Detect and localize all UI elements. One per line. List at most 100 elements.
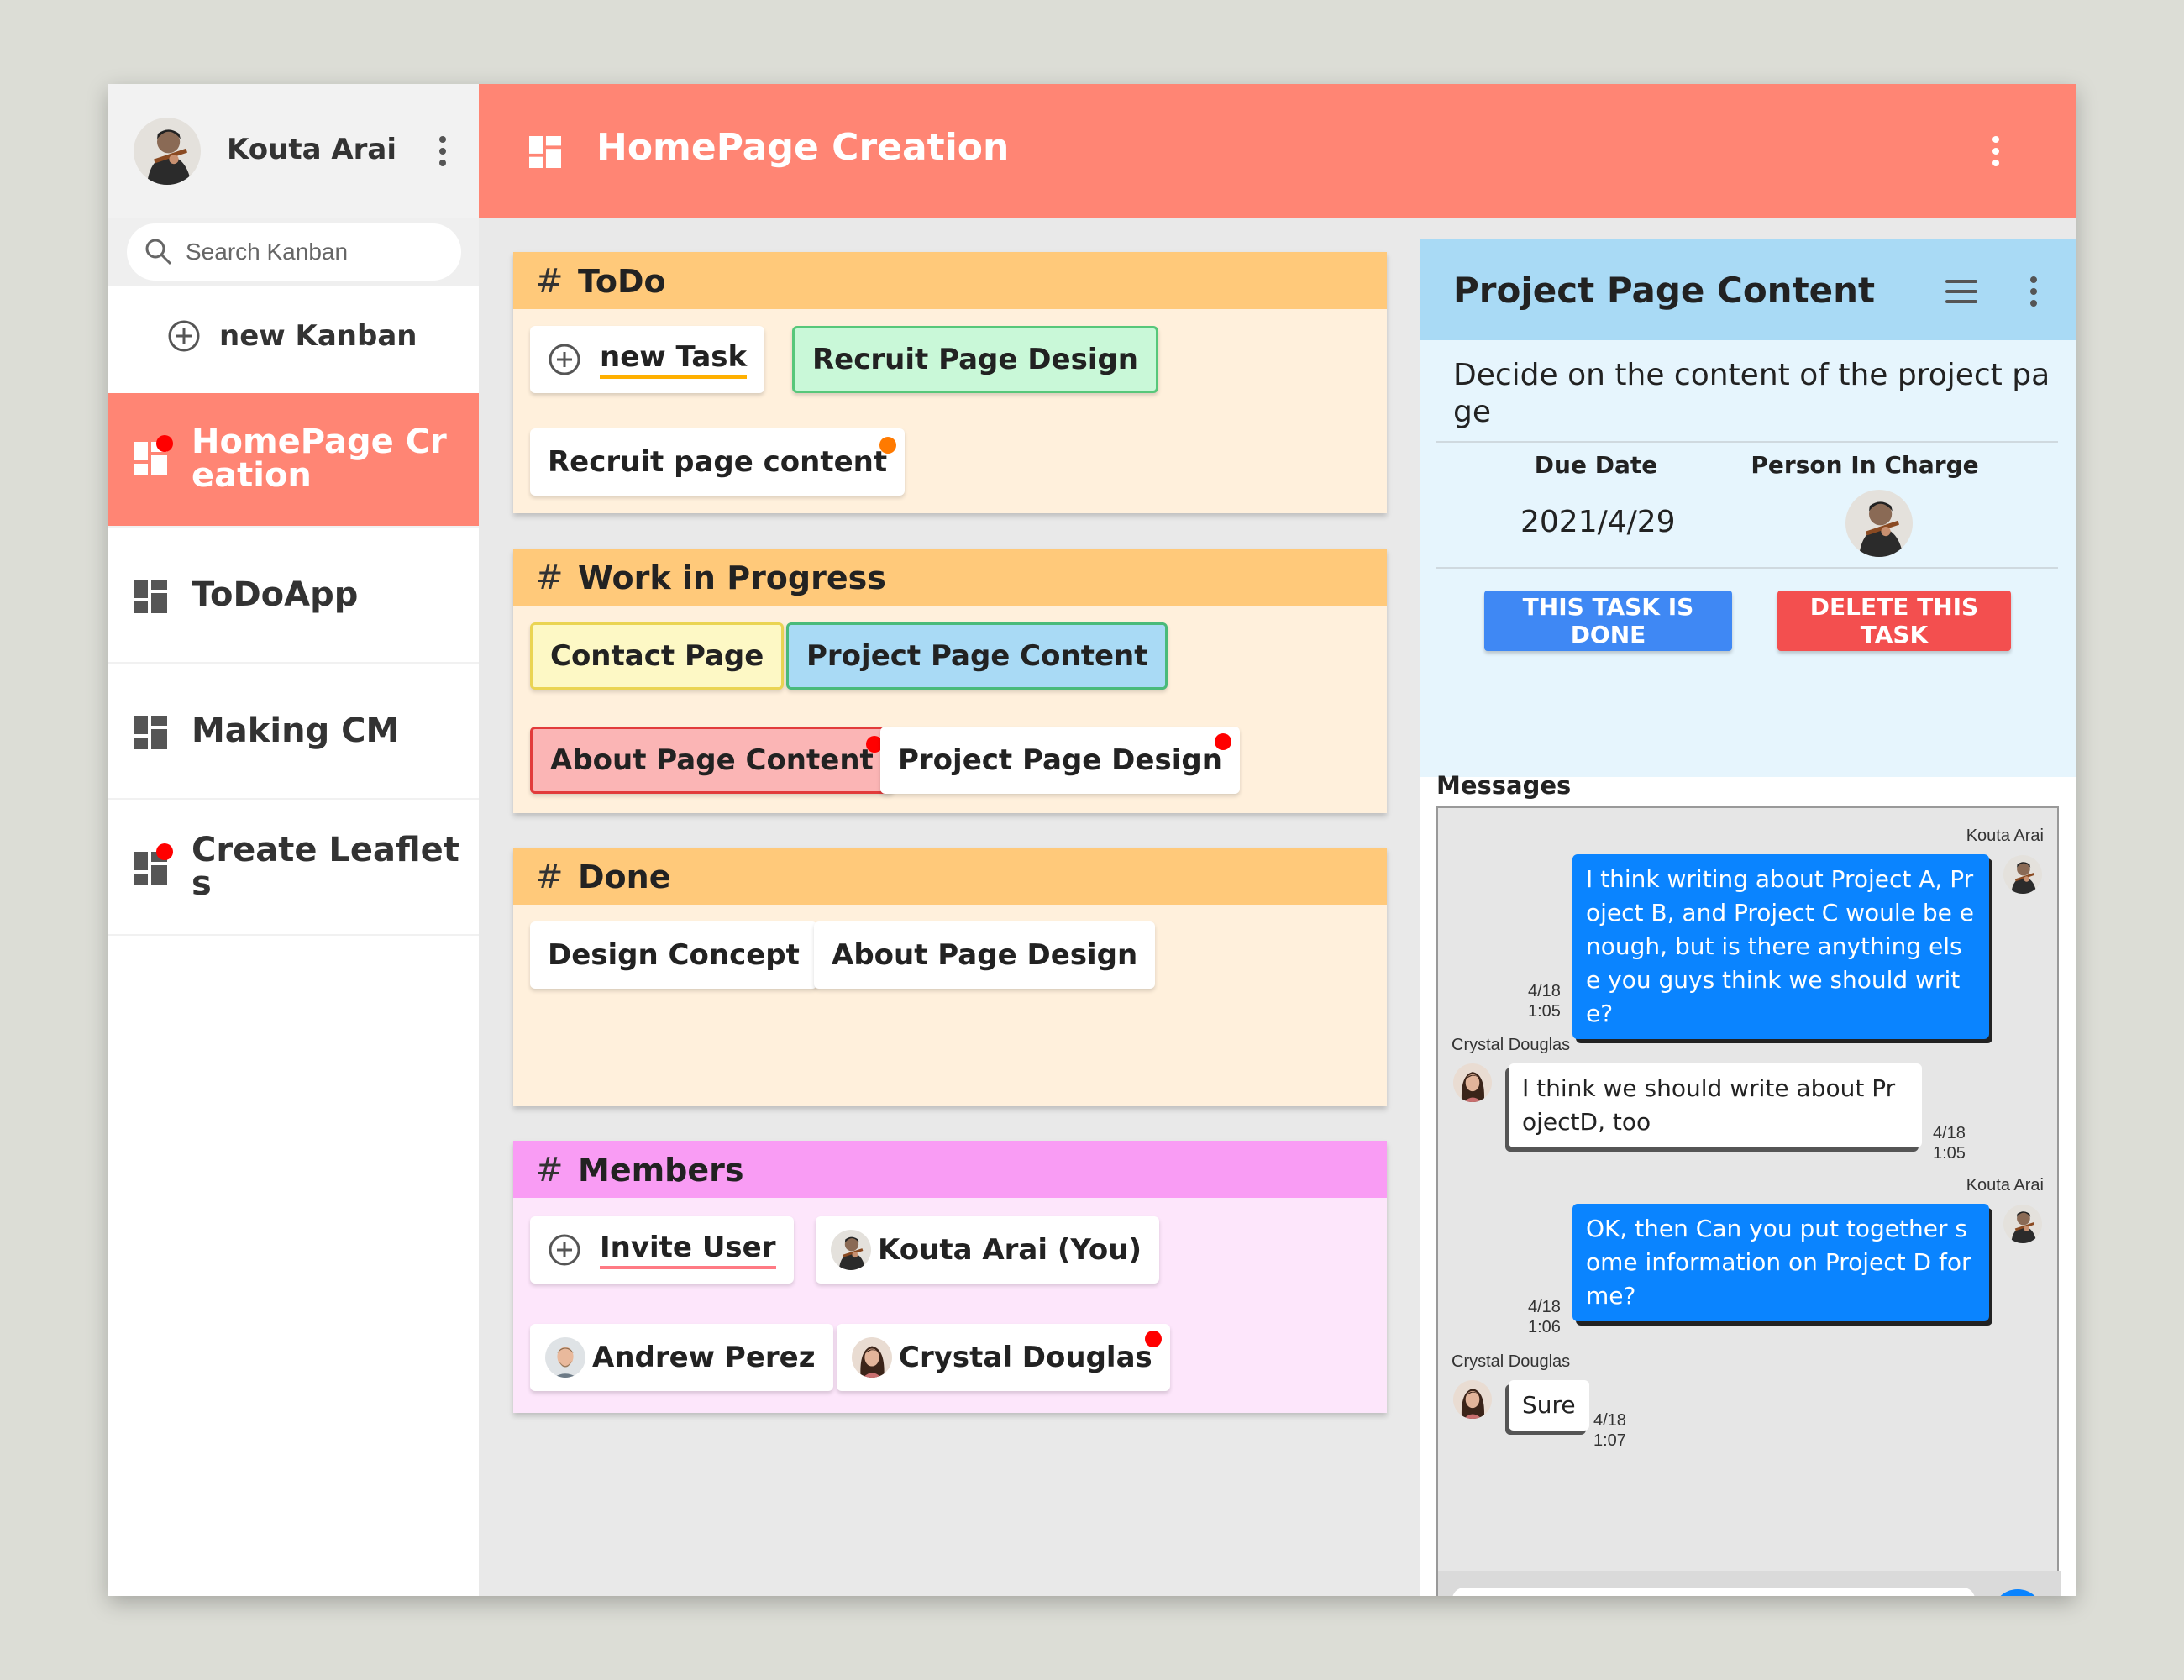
task-card[interactable]: Recruit Page Design	[792, 326, 1159, 393]
new-task-button[interactable]: new Task	[530, 326, 765, 393]
search-box	[127, 223, 461, 281]
sidebar-item-homepage-creation[interactable]: HomePage Creation	[108, 393, 479, 528]
avatar	[831, 1230, 871, 1270]
message-timestamp: 4/18 1:07	[1593, 1411, 1626, 1450]
user-profile-row: Kouta Arai	[108, 84, 479, 218]
plus-circle-icon	[548, 1233, 581, 1267]
message-input[interactable]	[1452, 1588, 1975, 1596]
avatar	[1453, 1380, 1492, 1419]
avatar	[852, 1337, 892, 1378]
chat-thread: Kouta Arai I think writing about Project…	[1436, 806, 2061, 1596]
new-task-label: new Task	[600, 340, 748, 379]
notification-dot	[156, 435, 173, 452]
column-title: Work in Progress	[578, 559, 886, 596]
due-date-value: 2021/4/29	[1520, 505, 1676, 539]
task-card-label: About Page Content	[550, 743, 874, 777]
dashboard-grid-icon	[134, 716, 167, 749]
task-description: Decide on the content of the project pag…	[1453, 358, 2050, 429]
sidebar-item-making-cm[interactable]: Making CM	[108, 665, 479, 800]
avatar[interactable]	[134, 118, 201, 185]
delete-task-button[interactable]: DELETE THIS TASK	[1777, 591, 2011, 651]
hamburger-icon[interactable]	[1945, 280, 1977, 303]
message-bubble: Sure	[1509, 1380, 1589, 1431]
members-header: # Members	[513, 1141, 1387, 1198]
detail-title: Project Page Content	[1453, 270, 1876, 311]
task-card[interactable]: Contact Page	[530, 622, 785, 690]
hash-icon: #	[535, 559, 564, 597]
user-menu-kebab-icon[interactable]	[430, 131, 455, 171]
sidebar-item-label: ToDoApp	[192, 575, 359, 614]
notification-dot	[1144, 1331, 1162, 1347]
hash-icon: #	[535, 858, 564, 896]
person-in-charge-avatar[interactable]	[1845, 490, 1913, 557]
top-app-bar: HomePage Creation	[479, 84, 2076, 218]
dashboard-grid-icon	[134, 580, 167, 613]
message-timestamp: 4/18 1:05	[1528, 982, 1561, 1021]
new-kanban-button[interactable]: new Kanban	[167, 311, 417, 361]
message-author: Kouta Arai	[1966, 1176, 2044, 1194]
notification-dot	[879, 437, 897, 454]
hash-icon: #	[535, 262, 564, 301]
search-bar	[108, 218, 479, 286]
task-card-label: Project Page Design	[898, 743, 1222, 777]
sidebar-item-label: HomePage Creation	[192, 423, 447, 495]
header-kebab-icon[interactable]	[1983, 131, 2008, 171]
member-chip[interactable]: Crystal Douglas	[837, 1324, 1170, 1391]
avatar	[2003, 855, 2042, 894]
message-timestamp: 4/18 1:06	[1528, 1298, 1561, 1336]
detail-header: Project Page Content	[1420, 239, 2076, 340]
column-body: Design Concept About Page Design	[513, 905, 1387, 1106]
column-body: new Task Recruit Page Design Recruit pag…	[513, 309, 1387, 513]
members-panel: # Members Invite User Kouta Arai (You) A…	[513, 1141, 1387, 1413]
invite-user-label: Invite User	[600, 1231, 776, 1269]
column-header: # ToDo	[513, 252, 1387, 309]
task-card[interactable]: Design Concept	[530, 921, 817, 989]
message-timestamp: 4/18 1:05	[1933, 1124, 1966, 1163]
task-card[interactable]: Recruit page content	[530, 428, 906, 496]
task-card[interactable]: About Page Content	[530, 727, 894, 794]
plus-circle-icon	[167, 319, 201, 353]
person-in-charge-label: Person In Charge	[1751, 451, 1979, 479]
sidebar-item-label: Making CM	[192, 711, 400, 750]
notification-dot	[1214, 733, 1231, 750]
members-title: Members	[578, 1152, 744, 1189]
column-todo: # ToDo new Task Recruit Page Design Recr…	[513, 252, 1387, 513]
member-chip[interactable]: Andrew Perez	[530, 1324, 833, 1391]
message-bubble: I think we should write about ProjectD, …	[1509, 1063, 1922, 1147]
page-title: HomePage Creation	[596, 126, 1010, 169]
avatar	[2003, 1205, 2042, 1243]
sidebar-item-todoapp[interactable]: ToDoApp	[108, 529, 479, 664]
notification-dot	[156, 843, 173, 860]
task-card[interactable]: About Page Design	[814, 921, 1156, 989]
task-card-selected[interactable]: Project Page Content	[786, 622, 1168, 690]
avatar	[545, 1337, 585, 1378]
user-name: Kouta Arai	[227, 133, 397, 166]
sidebar-item-create-leaflets[interactable]: Create Leaflets	[108, 801, 479, 936]
hash-icon: #	[535, 1151, 564, 1189]
sidebar-item-label: Create Leaflets	[192, 831, 459, 903]
member-chip[interactable]: Kouta Arai (You)	[816, 1216, 1160, 1284]
sidebar: Kouta Arai new Kanban HomePage Creation	[108, 84, 479, 1596]
message-author: Crystal Douglas	[1452, 1036, 1571, 1054]
invite-user-button[interactable]: Invite User	[530, 1216, 794, 1284]
plus-circle-icon	[548, 343, 581, 376]
detail-kebab-icon[interactable]	[2021, 271, 2046, 312]
divider	[1436, 567, 2058, 569]
task-detail-panel: Project Page Content Decide on the conte…	[1420, 239, 2076, 1596]
message-bubble: I think writing about Project A, Project…	[1572, 854, 1989, 1039]
dashboard-grid-icon	[529, 136, 561, 168]
members-body: Invite User Kouta Arai (You) Andrew Pere…	[513, 1198, 1387, 1413]
message-bubble: OK, then Can you put together some infor…	[1572, 1204, 1989, 1321]
message-composer	[1438, 1571, 2061, 1596]
message-author: Kouta Arai	[1966, 827, 2044, 845]
task-card[interactable]: Project Page Design	[880, 727, 1240, 794]
kanban-app: Kouta Arai new Kanban HomePage Creation	[108, 84, 2076, 1596]
send-button[interactable]	[1992, 1589, 2043, 1596]
avatar	[1453, 1063, 1492, 1102]
search-icon	[145, 239, 172, 265]
column-done: # Done Design Concept About Page Design	[513, 848, 1387, 1106]
column-title: ToDo	[578, 263, 666, 300]
task-done-button[interactable]: THIS TASK IS DONE	[1484, 591, 1732, 651]
search-input[interactable]	[186, 223, 446, 281]
column-header: # Done	[513, 848, 1387, 905]
